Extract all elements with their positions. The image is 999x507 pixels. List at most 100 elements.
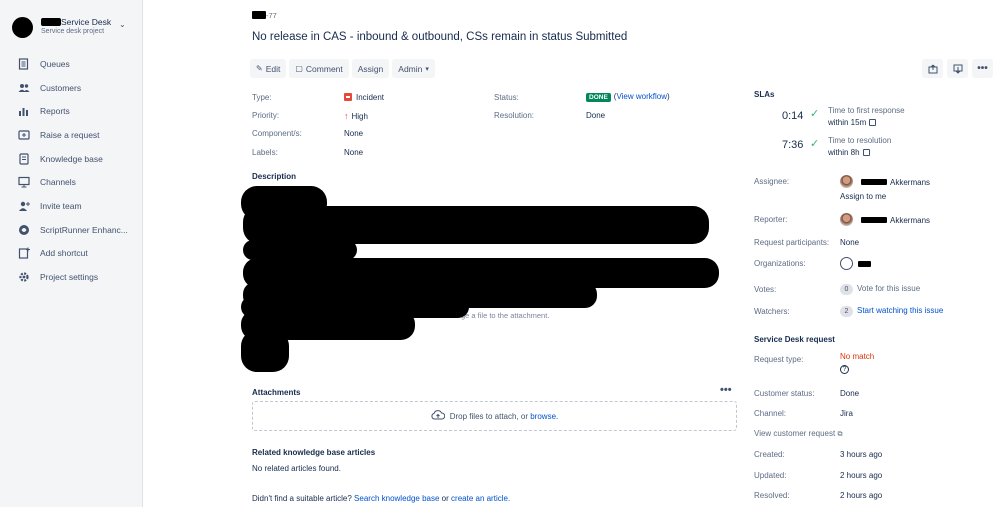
project-name: Service Desk <box>41 17 111 27</box>
assign-label: Assign <box>357 63 384 74</box>
sla-name: Time to first response <box>828 106 905 115</box>
sidebar-item-label: Reports <box>40 106 70 117</box>
redaction <box>243 240 357 260</box>
organizations-value[interactable] <box>840 257 871 270</box>
check-icon: ✓ <box>810 108 820 120</box>
organization-icon <box>840 257 853 270</box>
assign-to-me-link[interactable]: Assign to me <box>840 192 886 201</box>
assignee-value[interactable]: Akkermans <box>840 175 930 188</box>
sla-target-text: within 15m <box>828 118 867 127</box>
edit-button[interactable]: ✎ Edit <box>250 59 287 78</box>
kb-heading: Related knowledge base articles <box>252 448 376 457</box>
sidebar: Service Desk Service desk project ⌄ Queu… <box>0 0 143 507</box>
attachments-more-icon[interactable]: ••• <box>720 384 732 396</box>
issue-toolbar: ✎ Edit ▢ Comment Assign Admin ▾ <box>250 59 435 79</box>
kb-empty-text: No related articles found. <box>252 464 341 473</box>
sidebar-item-customers[interactable]: Customers <box>0 76 142 100</box>
status-value: DONE (View workflow) <box>586 92 670 102</box>
reporter-value[interactable]: Akkermans <box>840 213 930 226</box>
sidebar-item-invite-team[interactable]: Invite team <box>0 194 142 218</box>
gear-icon <box>18 271 30 283</box>
edit-label: Edit <box>265 63 281 74</box>
redaction <box>252 11 266 19</box>
organizations-label: Organizations: <box>754 259 806 268</box>
search-kb-link[interactable]: Search knowledge base <box>354 494 439 503</box>
raise-request-icon <box>18 129 30 141</box>
question-icon: ? <box>840 365 849 374</box>
status-badge: DONE <box>586 93 611 102</box>
redaction <box>858 261 871 267</box>
arrow-up-icon: ↑ <box>344 111 349 121</box>
status-label: Status: <box>494 93 519 102</box>
customer-status-label: Customer status: <box>754 389 815 398</box>
view-customer-request-link[interactable]: View customer request ⧉ <box>754 429 842 439</box>
sidebar-item-add-shortcut[interactable]: Add shortcut <box>0 242 142 266</box>
description-heading: Description <box>252 172 297 181</box>
details-sidebar: SLAs 0:14 ✓ Time to first response withi… <box>754 0 994 507</box>
updated-label: Updated: <box>754 471 787 480</box>
help-icon[interactable]: ? <box>840 364 849 374</box>
type-label: Type: <box>252 93 272 102</box>
attachments-heading: Attachments <box>252 388 301 397</box>
comment-button[interactable]: ▢ Comment <box>289 59 349 78</box>
sidebar-item-project-settings[interactable]: Project settings <box>0 265 142 289</box>
sidebar-item-channels[interactable]: Channels <box>0 170 142 194</box>
assignee-label: Assignee: <box>754 177 790 186</box>
labels-value: None <box>344 148 364 157</box>
redaction <box>861 179 887 185</box>
vote-link[interactable]: Vote for this issue <box>857 284 920 293</box>
project-header[interactable]: Service Desk Service desk project ⌄ <box>12 14 137 42</box>
sla-target: within 15m <box>828 118 877 127</box>
resolved-label: Resolved: <box>754 491 790 500</box>
cloud-upload-icon <box>431 410 445 422</box>
labels-label: Labels: <box>252 148 278 157</box>
project-name-text: Service Desk <box>61 17 112 27</box>
assign-button[interactable]: Assign <box>351 59 390 78</box>
sidebar-item-label: Add shortcut <box>40 248 88 259</box>
invite-team-icon <box>18 200 30 212</box>
sidebar-item-knowledge-base[interactable]: Knowledge base <box>0 147 142 171</box>
request-type-value[interactable]: No match <box>840 352 874 361</box>
sidebar-item-label: Invite team <box>40 200 82 211</box>
check-icon: ✓ <box>810 138 820 150</box>
type-text: Incident <box>356 93 385 102</box>
redaction <box>41 18 61 26</box>
components-value: None <box>344 129 364 138</box>
breadcrumb[interactable]: -77 <box>252 11 277 20</box>
pencil-icon: ✎ <box>256 64 263 73</box>
votes-value: 0 Vote for this issue <box>840 284 920 295</box>
sidebar-item-queues[interactable]: Queues <box>0 52 142 76</box>
customers-icon <box>18 82 30 94</box>
avatar <box>840 175 853 188</box>
sidebar-item-reports[interactable]: Reports <box>0 99 142 123</box>
votes-label: Votes: <box>754 285 777 294</box>
calendar-icon <box>869 119 877 126</box>
sidebar-item-label: Project settings <box>40 272 99 283</box>
queues-icon <box>18 58 30 70</box>
sidebar-item-scriptrunner[interactable]: ScriptRunner Enhanc... <box>0 218 142 242</box>
view-request-text: View customer request <box>754 429 836 438</box>
page-title[interactable]: No release in CAS - inbound & outbound, … <box>252 31 627 43</box>
watchers-label: Watchers: <box>754 307 790 316</box>
knowledge-base-icon <box>18 152 30 165</box>
watchers-count: 2 <box>840 306 853 317</box>
participants-value[interactable]: None <box>840 238 859 247</box>
browse-link[interactable]: browse. <box>530 412 558 421</box>
participants-label: Request participants: <box>754 238 830 247</box>
reporter-label: Reporter: <box>754 215 788 224</box>
view-workflow-link[interactable]: View workflow <box>616 92 667 101</box>
sla-time: 0:14 <box>782 110 804 122</box>
sidebar-item-label: Customers <box>40 82 82 93</box>
create-article-link[interactable]: create an article. <box>451 494 510 503</box>
request-type-label: Request type: <box>754 355 804 364</box>
admin-button[interactable]: Admin ▾ <box>392 59 435 78</box>
add-shortcut-icon <box>18 247 30 259</box>
start-watching-link[interactable]: Start watching this issue <box>857 306 943 315</box>
incident-icon <box>344 93 352 101</box>
channels-icon <box>18 176 30 188</box>
reporter-name: Akkermans <box>890 216 931 225</box>
assignee-name: Akkermans <box>890 178 931 187</box>
chevron-down-icon[interactable]: ⌄ <box>119 20 126 29</box>
sidebar-item-raise-request[interactable]: Raise a request <box>0 123 142 147</box>
attachment-dropzone[interactable]: Drop files to attach, or browse. <box>252 401 737 431</box>
